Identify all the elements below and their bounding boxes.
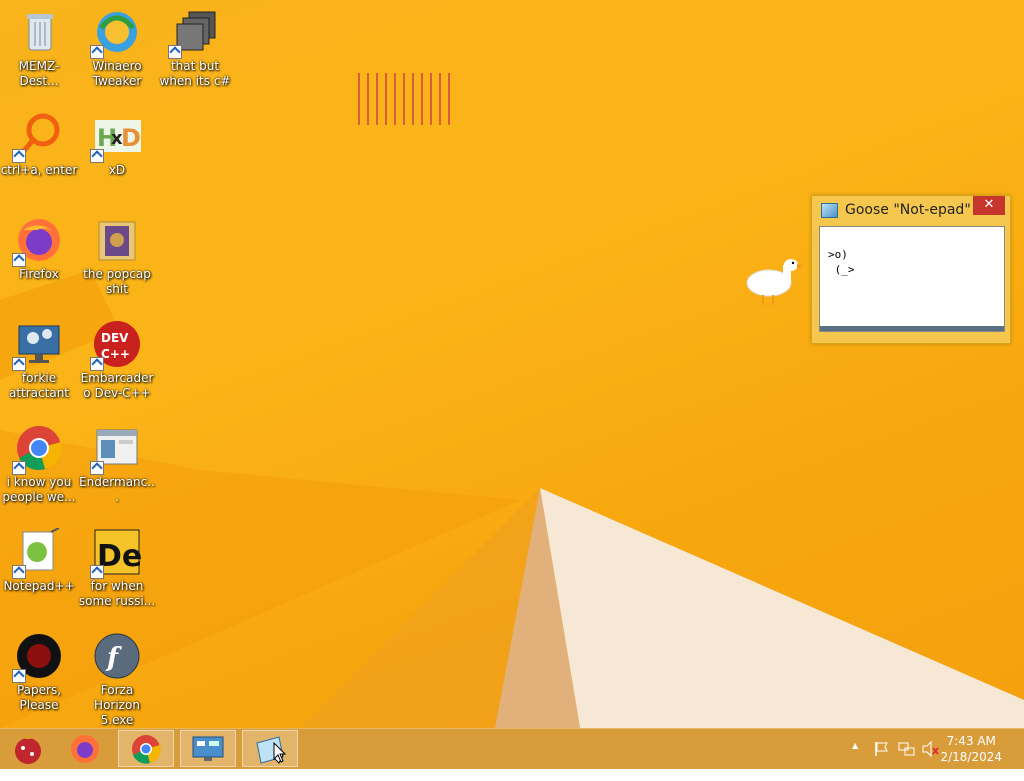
icon-label: i know you people we... [2, 475, 76, 504]
svg-text:D: D [121, 124, 141, 152]
dev-cpp-icon: DEV C++ [90, 320, 141, 371]
papers-please-icon [12, 632, 63, 683]
svg-text:DEV: DEV [101, 331, 129, 345]
flash-icon: f [93, 632, 141, 680]
desktop-icon-endermanch[interactable]: Endermanc... [78, 424, 156, 505]
folder-icon [93, 216, 141, 264]
icon-label: Embarcadero Dev-C++ [80, 371, 154, 400]
mouse-cursor-icon [273, 742, 287, 763]
magnifier-icon [12, 112, 63, 163]
start-button[interactable] [0, 730, 56, 767]
desktop-icon-chrome[interactable]: i know you people we... [0, 424, 78, 505]
desktop-icon-that-but[interactable]: that but when its c# [156, 8, 234, 89]
action-center-flag-icon[interactable] [874, 741, 890, 781]
shortcut-arrow-icon [12, 149, 26, 163]
window-titlebar[interactable]: Goose "Not-epad" ✕ [812, 196, 1010, 224]
icon-label: Winaero Tweaker [92, 59, 142, 88]
desktop-icon-devcpp[interactable]: DEV C++ Embarcadero Dev-C++ [78, 320, 156, 401]
volume-muted-icon[interactable] [922, 741, 940, 781]
shortcut-arrow-icon [90, 565, 104, 579]
firefox-icon [12, 216, 63, 267]
recycle-bin-icon [15, 8, 63, 56]
svg-text:C++: C++ [101, 347, 130, 361]
shortcut-arrow-icon [12, 357, 26, 371]
chrome-icon [132, 734, 161, 764]
taskbar-chrome[interactable] [118, 730, 174, 767]
text-area[interactable]: >o) (_> [819, 226, 1005, 332]
desktop-icon-notepadpp[interactable]: Notepad++ [0, 527, 78, 594]
desktop-icon-xd[interactable]: HxD xD [78, 112, 156, 178]
goose-mud-tracks [358, 73, 450, 125]
desktop-icon-memz[interactable]: MEMZ-Dest... [0, 8, 78, 89]
start-ornament-icon [15, 734, 41, 764]
desktop: MEMZ-Dest... Winaero Tweaker that but wh… [0, 0, 1024, 728]
taskbar-notepad[interactable] [242, 730, 298, 767]
shortcut-arrow-icon [12, 253, 26, 267]
icon-label: Forza Horizon 5.exe [94, 683, 140, 727]
desktop-icon-ctrl-a[interactable]: ctrl+a, enter [0, 112, 78, 178]
window-app-icon [90, 424, 141, 475]
winaero-icon [90, 8, 141, 59]
shortcut-arrow-icon [90, 149, 104, 163]
icon-label: forkie attractant [8, 371, 70, 400]
de-icon: De [90, 528, 142, 579]
close-button[interactable]: ✕ [973, 196, 1005, 215]
notepad-icon [821, 203, 838, 218]
status-bar [820, 326, 1004, 331]
shortcut-arrow-icon [12, 461, 26, 475]
icon-label: ctrl+a, enter [0, 163, 78, 177]
icon-label: Papers, Please [16, 683, 62, 712]
show-hidden-icons-button[interactable]: ▲ [852, 741, 858, 781]
hxd-icon: HxD [90, 112, 141, 163]
network-icon[interactable] [898, 741, 916, 781]
icon-label: xD [108, 163, 126, 177]
shortcut-arrow-icon [90, 461, 104, 475]
icon-label: MEMZ-Dest... [18, 59, 60, 88]
desktop-icon-forkie[interactable]: forkie attractant [0, 320, 78, 401]
control-panel-icon [192, 736, 224, 761]
shortcut-arrow-icon [90, 357, 104, 371]
desktop-icon-papers-please[interactable]: Papers, Please [0, 632, 78, 713]
desktop-icon-popcap[interactable]: the popcap shit [78, 216, 156, 297]
text-content: >o) (_> [828, 248, 855, 276]
notepad-window[interactable]: Goose "Not-epad" ✕ >o) (_> [811, 195, 1011, 344]
chrome-icon [12, 424, 63, 475]
clock[interactable]: 7:43 AM 2/18/2024 [940, 733, 1002, 765]
icon-label: Firefox [19, 267, 59, 281]
monitor-gear-icon [12, 320, 63, 371]
shortcut-arrow-icon [12, 565, 26, 579]
icon-label: Endermanc... [79, 475, 155, 504]
window-title: Goose "Not-epad" [845, 202, 971, 218]
desktop-icon-forza[interactable]: f Forza Horizon 5.exe [78, 632, 156, 728]
desktop-icon-firefox[interactable]: Firefox [0, 216, 78, 282]
icon-label: Notepad++ [3, 579, 75, 593]
clock-time: 7:43 AM [946, 734, 996, 748]
icon-label: the popcap shit [83, 267, 151, 296]
icon-label: for when some russi... [78, 579, 156, 608]
clock-date: 2/18/2024 [940, 750, 1002, 764]
stacked-windows-icon [168, 8, 219, 59]
notepadpp-icon [12, 527, 63, 579]
taskbar-control-panel[interactable] [180, 730, 236, 767]
desktop-icon-russi[interactable]: De for when some russi... [78, 528, 156, 609]
shortcut-arrow-icon [168, 45, 182, 59]
firefox-icon [71, 734, 99, 763]
desktop-icon-winaero[interactable]: Winaero Tweaker [78, 8, 156, 89]
shortcut-arrow-icon [90, 45, 104, 59]
taskbar-firefox[interactable] [57, 730, 113, 767]
desktop-goose[interactable] [745, 255, 805, 310]
shortcut-arrow-icon [12, 669, 26, 683]
taskbar: ▲ 7:43 AM 2/18/2024 [0, 728, 1024, 769]
icon-label: that but when its c# [159, 59, 231, 88]
